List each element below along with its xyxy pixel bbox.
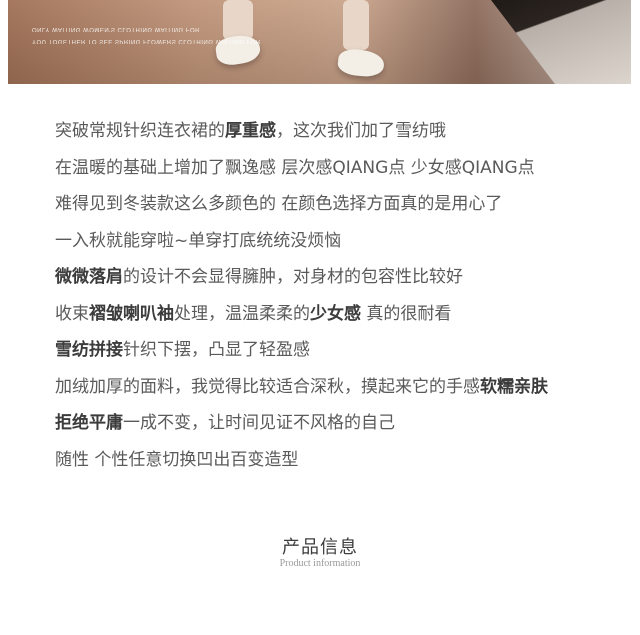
emphasis-text: 软糯亲肤 bbox=[480, 376, 548, 397]
description-text: 的设计不会显得臃肿，对身材的包容性比较好 bbox=[123, 267, 463, 287]
section-subtitle: Product information bbox=[279, 558, 361, 569]
photo-caption-line: ONLY WAITING WOMEN'S CLOTHING WAITING FO… bbox=[32, 26, 200, 32]
description-line: 拒绝平庸一成不变，让时间见证不风格的自己 bbox=[55, 405, 548, 442]
description-line: 微微落肩的设计不会显得臃肿，对身材的包容性比较好 bbox=[55, 259, 548, 296]
emphasis-text: 微微落肩 bbox=[55, 267, 123, 287]
emphasis-text: 褶皱喇叭袖 bbox=[89, 303, 174, 324]
model-leg bbox=[223, 0, 253, 40]
description-line: 雪纺拼接针织下摆，凸显了轻盈感 bbox=[55, 332, 548, 369]
emphasis-text: 少女感 bbox=[310, 303, 361, 324]
emphasis-text: 厚重感 bbox=[225, 121, 276, 141]
description-text: 难得见到冬装款这么多颜色的 在颜色选择方面真的是用心了 bbox=[55, 194, 503, 214]
section-title: 产品信息 bbox=[282, 537, 358, 558]
description-block: 突破常规针织连衣裙的厚重感，这次我们加了雪纺哦在温暖的基础上增加了飘逸感 层次感… bbox=[55, 113, 548, 478]
description-line: 一入秋就能穿啦~单穿打底统统没烦恼 bbox=[55, 223, 548, 260]
description-text: 突破常规针织连衣裙的 bbox=[55, 121, 225, 141]
description-text: 真的很耐看 bbox=[361, 303, 452, 324]
emphasis-text: 雪纺拼接 bbox=[55, 340, 123, 360]
description-text: 针织下摆，凸显了轻盈感 bbox=[123, 340, 310, 360]
description-line: 难得见到冬装款这么多颜色的 在颜色选择方面真的是用心了 bbox=[55, 186, 548, 223]
description-text: 一入秋就能穿啦~单穿打底统统没烦恼 bbox=[55, 230, 342, 251]
description-line: 收束褶皱喇叭袖处理，温温柔柔的少女感 真的很耐看 bbox=[55, 296, 548, 333]
description-text: 一成不变，让时间见证不风格的自己 bbox=[123, 413, 395, 433]
description-line: 突破常规针织连衣裙的厚重感，这次我们加了雪纺哦 bbox=[55, 113, 548, 150]
photo-caption-line: YOU TOGETHER TO SEE SPRING FLOWERS CLOTH… bbox=[32, 38, 261, 44]
description-line: 随性 个性任意切换凹出百变造型 bbox=[55, 442, 548, 479]
description-text: ，这次我们加了雪纺哦 bbox=[276, 121, 446, 141]
hero-photo: ONLY WAITING WOMEN'S CLOTHING WAITING FO… bbox=[8, 0, 631, 84]
description-text: 处理，温温柔柔的 bbox=[174, 303, 310, 324]
description-text: 随性 个性任意切换凹出百变造型 bbox=[55, 449, 299, 470]
model-leg bbox=[343, 0, 369, 50]
description-text: 收束 bbox=[55, 303, 89, 324]
description-line: 加绒加厚的面料，我觉得比较适合深秋，摸起来它的手感软糯亲肤 bbox=[55, 369, 548, 406]
emphasis-text: 拒绝平庸 bbox=[55, 413, 123, 433]
description-text: 在温暖的基础上增加了飘逸感 层次感QIANG点 少女感QIANG点 bbox=[55, 157, 535, 178]
description-line: 在温暖的基础上增加了飘逸感 层次感QIANG点 少女感QIANG点 bbox=[55, 150, 548, 187]
description-text: 加绒加厚的面料，我觉得比较适合深秋，摸起来它的手感 bbox=[55, 376, 480, 397]
